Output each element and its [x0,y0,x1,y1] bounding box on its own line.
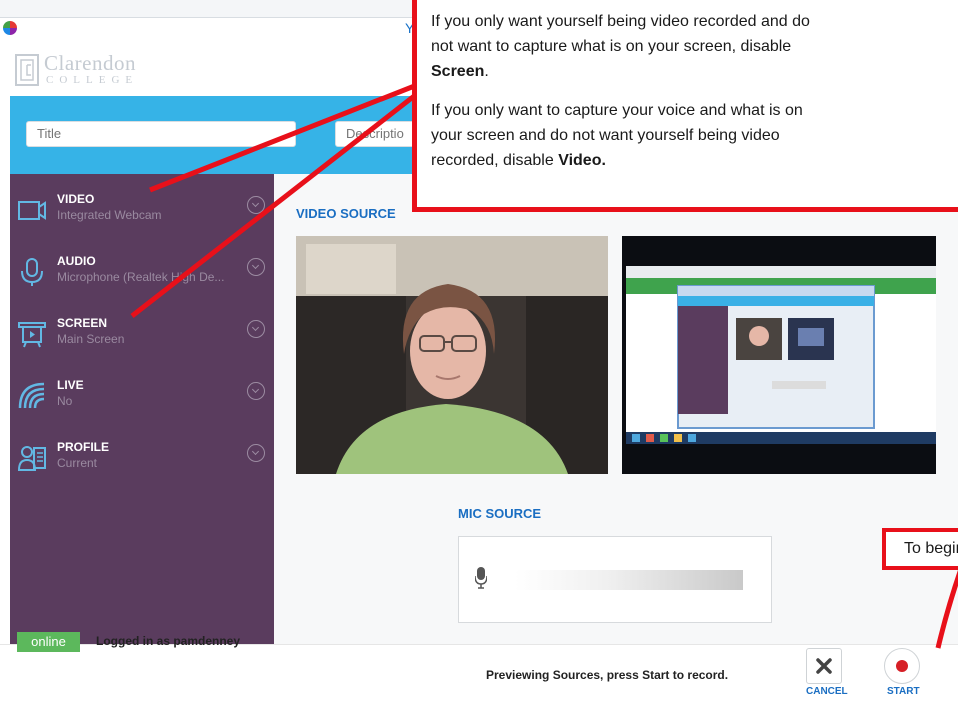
screen-icon [18,322,46,348]
annotation-text: If you only want to capture your voice a… [431,102,803,119]
source-sidebar: VIDEO Integrated Webcam AUDIO Microphone… [10,174,274,644]
mic-source-label: MIC SOURCE [458,506,542,521]
profile-icon [17,446,46,471]
sidebar-item-subtitle: Current [57,456,98,470]
chevron-down-icon[interactable] [247,258,265,276]
sidebar-item-subtitle: Main Screen [57,332,125,346]
description-input[interactable] [335,121,415,147]
chevron-down-icon[interactable] [247,382,265,400]
app-logo-icon [3,21,17,35]
camera-icon [18,201,46,220]
college-logo: Clarendon COLLEGE [14,51,174,93]
screen-capture-image [622,236,936,474]
sidebar-item-live[interactable]: LIVE No [10,370,274,428]
sidebar-item-video[interactable]: VIDEO Integrated Webcam [10,184,274,242]
preview-status-text: Previewing Sources, press Start to recor… [486,668,729,682]
video-source-label: VIDEO SOURCE [296,206,396,221]
close-icon [816,658,832,674]
college-emblem-icon [15,54,39,86]
logged-in-text: Logged in as pamdenney [96,634,241,648]
sidebar-item-title: LIVE [57,378,84,392]
annotation-text: recorded, disable [431,152,559,169]
brand-name: Clarendon [44,51,136,75]
sidebar-item-subtitle: Integrated Webcam [57,208,162,222]
microphone-icon [475,567,487,589]
annotation-bold: Video. [558,152,606,169]
start-label: START [887,686,920,697]
sidebar-item-audio[interactable]: AUDIO Microphone (Realtek High De... [10,246,274,304]
annotation-text: your screen and do not want yourself bei… [431,127,780,144]
annotation-paragraph: If you only want to capture your voice a… [431,98,958,173]
webcam-preview [296,236,608,474]
sidebar-item-title: VIDEO [57,192,95,206]
mic-source-panel [458,536,772,623]
sidebar-item-title: PROFILE [57,440,110,454]
annotation-callout: If you only want yourself being video re… [412,0,958,212]
sidebar-item-profile[interactable]: PROFILE Current [10,432,274,490]
start-button[interactable] [884,648,920,684]
sidebar-item-subtitle: Microphone (Realtek High De... [57,270,225,284]
sidebar-item-title: SCREEN [57,316,108,330]
annotation-text: not want to capture what is on your scre… [431,38,792,55]
brand-sub: COLLEGE [46,74,139,86]
begin-callout: To begin [882,528,958,570]
broadcast-icon [18,382,45,409]
chevron-down-icon[interactable] [247,320,265,338]
mic-level-meter [515,570,743,590]
microphone-icon [21,258,43,286]
status-badge: online [17,632,80,652]
sidebar-item-title: AUDIO [57,254,96,268]
title-input[interactable] [26,121,296,147]
annotation-paragraph: If you only want yourself being video re… [431,13,810,80]
cancel-label: CANCEL [806,686,848,697]
sidebar-item-screen[interactable]: SCREEN Main Screen [10,308,274,366]
annotation-text: If you only want yourself being video re… [431,13,810,30]
sidebar-item-subtitle: No [57,394,73,408]
screen-preview [622,236,936,474]
webcam-image [296,236,608,474]
chevron-down-icon[interactable] [247,196,265,214]
annotation-bold: Screen [431,63,485,80]
record-icon [896,660,908,672]
chevron-down-icon[interactable] [247,444,265,462]
cancel-button[interactable] [806,648,842,684]
